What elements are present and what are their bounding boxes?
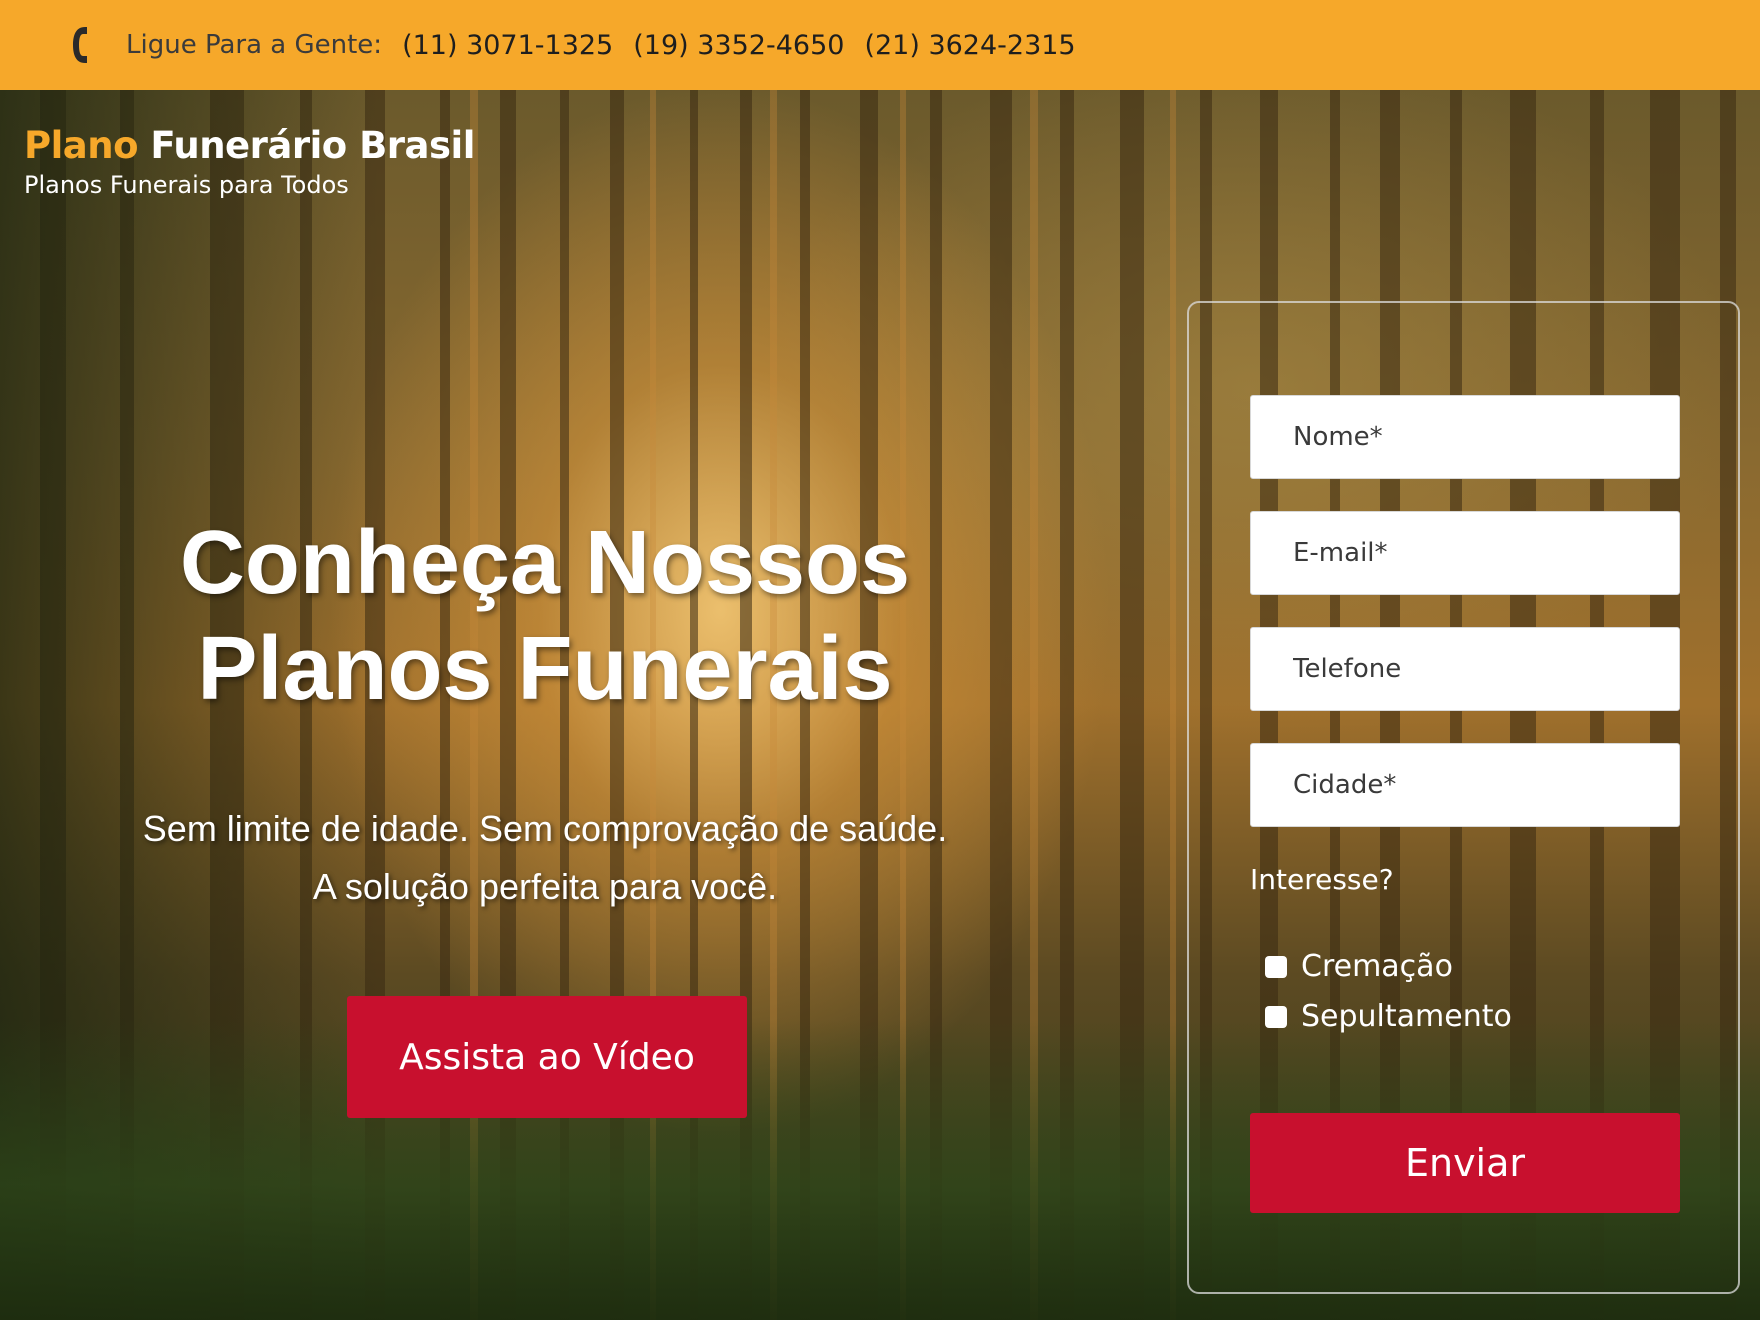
hero-headline-line1: Conheça Nossos [179, 513, 911, 613]
logo-accent-word: Plano [24, 124, 139, 167]
interest-label: Interesse? [1250, 863, 1394, 896]
cremation-label: Cremação [1301, 949, 1453, 984]
logo-tagline: Planos Funerais para Todos [24, 171, 349, 199]
logo-title: Plano Funerário Brasil [24, 124, 475, 167]
phone-number-sp[interactable]: (11) 3071-1325 [402, 30, 613, 61]
hero-headline-line2: Planos Funerais [197, 619, 893, 719]
burial-checkbox[interactable] [1265, 1005, 1287, 1028]
site-logo[interactable]: Plano Funerário Brasil Planos Funerais p… [24, 124, 475, 199]
burial-label: Sepultamento [1301, 999, 1512, 1034]
option-burial[interactable]: Sepultamento [1265, 999, 1512, 1034]
hero-subheadline-line2: A solução perfeita para você. [312, 866, 778, 907]
logo-main-words: Funerário Brasil [150, 124, 475, 167]
contact-label: Ligue Para a Gente: [126, 30, 383, 60]
phone-input[interactable] [1250, 627, 1680, 711]
top-contact-bar: Ligue Para a Gente: (11) 3071-1325 (19) … [0, 0, 1760, 90]
cremation-checkbox[interactable] [1265, 955, 1287, 978]
hero-headline: Conheça Nossos Planos Funerais [60, 510, 1030, 722]
option-cremation[interactable]: Cremação [1265, 949, 1453, 984]
hero-subheadline-line1: Sem limite de idade. Sem comprovação de … [142, 808, 948, 849]
hero-subheadline: Sem limite de idade. Sem comprovação de … [60, 800, 1030, 916]
phone-number-rj[interactable]: (21) 3624-2315 [864, 30, 1075, 61]
phone-number-campinas[interactable]: (19) 3352-4650 [633, 30, 844, 61]
email-input[interactable] [1250, 511, 1680, 595]
city-input[interactable] [1250, 743, 1680, 827]
contact-form: Interesse? Cremação Sepultamento Enviar [1187, 301, 1740, 1294]
watch-video-button[interactable]: Assista ao Vídeo [347, 996, 747, 1118]
phone-icon [70, 25, 92, 65]
name-input[interactable] [1250, 395, 1680, 479]
submit-button[interactable]: Enviar [1250, 1113, 1680, 1213]
